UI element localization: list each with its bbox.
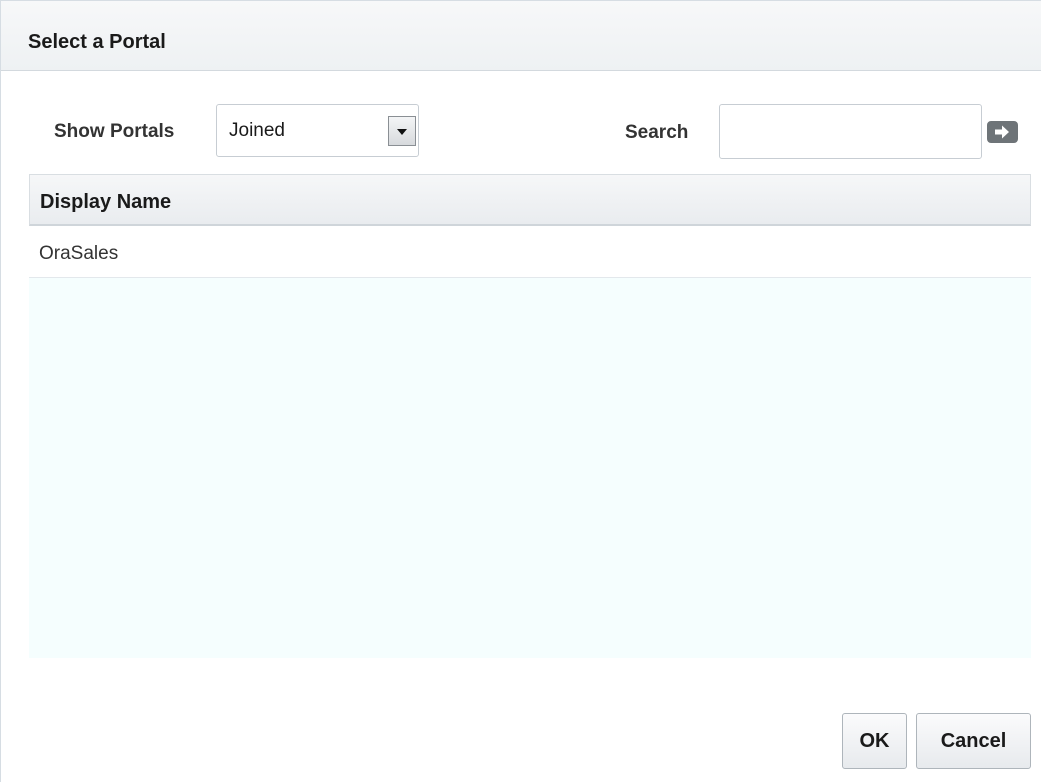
search-input[interactable] <box>719 104 982 159</box>
portals-table: Display Name OraSales <box>29 174 1031 658</box>
search-label: Search <box>625 122 689 143</box>
arrow-right-icon <box>995 125 1009 139</box>
select-portal-dialog: Select a Portal Show Portals Joined Sear… <box>0 0 1041 782</box>
dialog-title: Select a Portal <box>28 31 166 53</box>
show-portals-label: Show Portals <box>54 121 175 142</box>
dialog-titlebar: Select a Portal <box>1 1 1041 71</box>
table-header: Display Name <box>29 174 1031 226</box>
column-header-display-name[interactable]: Display Name <box>40 191 171 214</box>
show-portals-select[interactable]: Joined <box>216 104 419 157</box>
chevron-down-icon[interactable] <box>388 116 416 146</box>
table-cell-display-name: OraSales <box>39 243 119 264</box>
show-portals-selected-value: Joined <box>229 120 285 141</box>
table-row[interactable]: OraSales <box>29 226 1031 278</box>
ok-button[interactable]: OK <box>842 713 907 769</box>
cancel-button[interactable]: Cancel <box>916 713 1031 769</box>
search-go-button[interactable] <box>987 121 1018 143</box>
